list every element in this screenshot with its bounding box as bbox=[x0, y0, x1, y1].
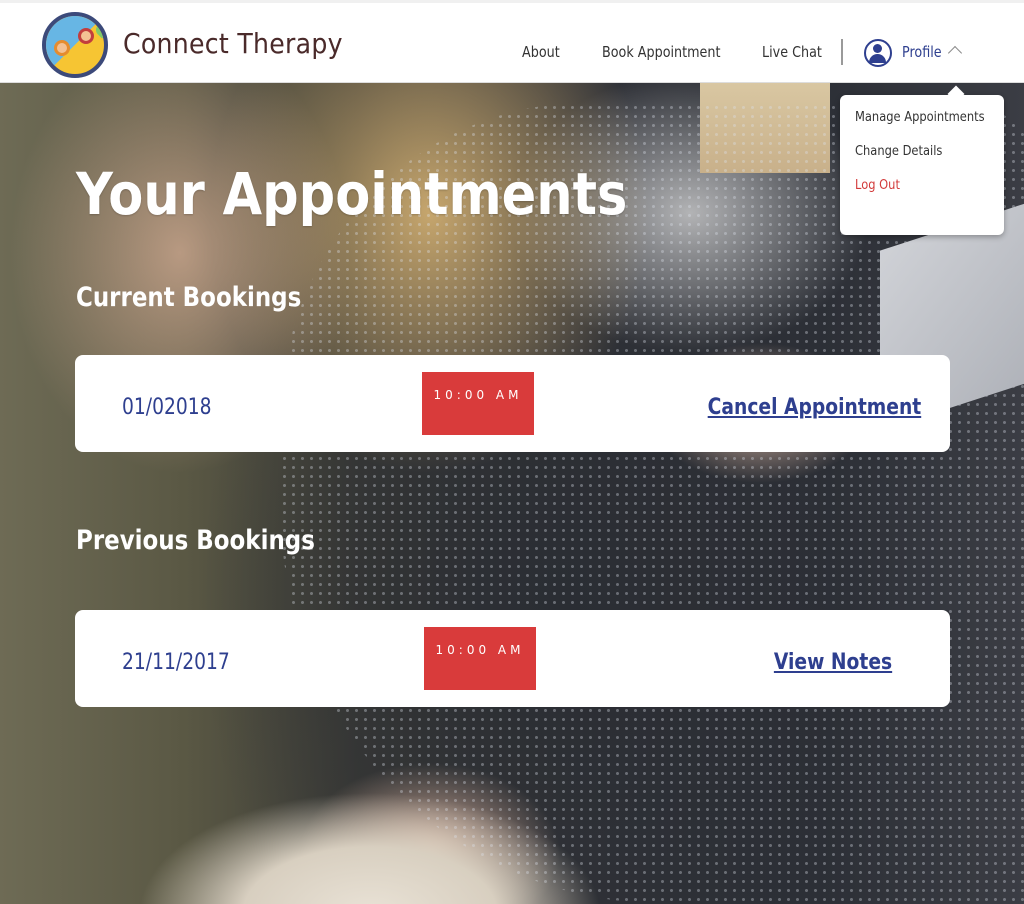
booking-date: 01/02018 bbox=[122, 395, 212, 420]
nav-book-appointment[interactable]: Book Appointment bbox=[602, 43, 720, 61]
previous-booking-card: 21/11/2017 10:00 AM View Notes bbox=[75, 610, 950, 707]
nav-profile[interactable]: Profile bbox=[902, 43, 942, 61]
chevron-up-icon[interactable] bbox=[947, 45, 963, 61]
logo-person-icon bbox=[78, 28, 94, 44]
booking-date: 21/11/2017 bbox=[122, 650, 230, 675]
logo-icon[interactable] bbox=[42, 12, 108, 78]
current-booking-card: 01/02018 10:00 AM Cancel Appointment bbox=[75, 355, 950, 452]
menu-item-change-details[interactable]: Change Details bbox=[855, 143, 942, 159]
profile-dropdown-menu: Manage Appointments Change Details Log O… bbox=[840, 95, 1004, 235]
menu-item-log-out[interactable]: Log Out bbox=[855, 177, 900, 193]
current-bookings-heading: Current Bookings bbox=[76, 282, 302, 313]
view-notes-link[interactable]: View Notes bbox=[774, 650, 892, 675]
site-header: Connect Therapy About Book Appointment L… bbox=[0, 0, 1024, 83]
nav-divider bbox=[841, 39, 843, 65]
logo-person-icon bbox=[54, 40, 70, 56]
page-title: Your Appointments bbox=[76, 160, 628, 228]
cancel-appointment-link[interactable]: Cancel Appointment bbox=[707, 395, 921, 420]
booking-time-badge: 10:00 AM bbox=[422, 372, 534, 435]
brand-name[interactable]: Connect Therapy bbox=[123, 27, 343, 60]
previous-bookings-heading: Previous Bookings bbox=[76, 525, 315, 556]
menu-item-manage-appointments[interactable]: Manage Appointments bbox=[855, 109, 985, 125]
nav-live-chat[interactable]: Live Chat bbox=[762, 43, 822, 61]
nav-about[interactable]: About bbox=[522, 43, 560, 61]
booking-time-badge: 10:00 AM bbox=[424, 627, 536, 690]
user-profile-icon[interactable] bbox=[864, 39, 892, 67]
